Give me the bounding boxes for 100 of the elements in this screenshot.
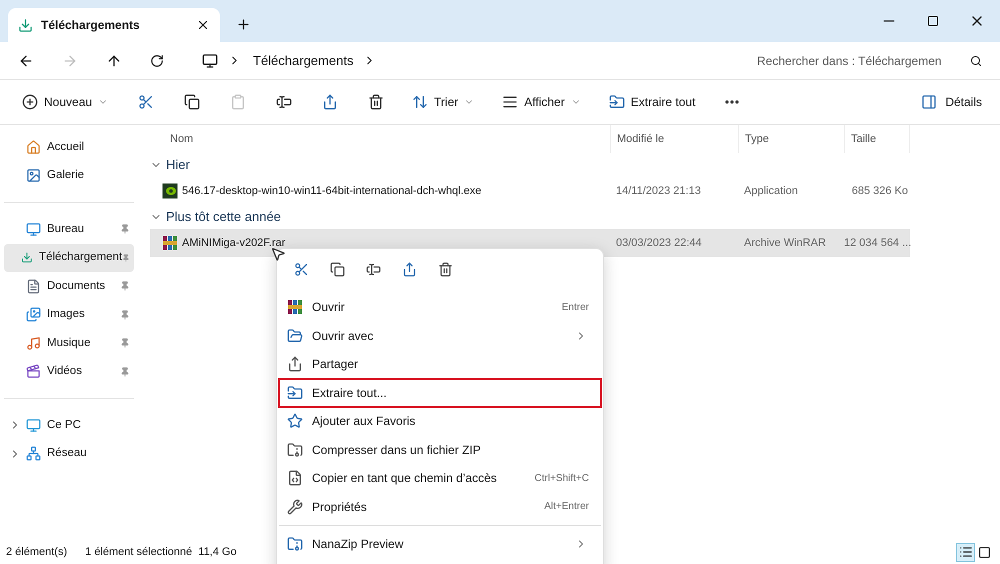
list-view-icon [958,545,972,559]
group-title: Plus tôt cette année [166,208,281,226]
toolbar-button[interactable]: Afficher [498,86,585,118]
share-icon [287,356,303,372]
close-tab-icon[interactable] [196,18,210,32]
file-size: 685 326 Ko [850,184,909,199]
path-icon [287,470,303,486]
menu-item[interactable]: Ajouter aux Favoris [279,407,601,436]
computer-icon [26,418,41,433]
file-size: 12 034 564 ... [844,236,910,251]
image-icon [26,307,41,322]
breadcrumb[interactable]: Téléchargements [253,50,354,70]
sidebar-label: Accueil [47,140,86,155]
copy-icon [330,262,344,276]
sidebar-item[interactable]: Galerie [4,162,134,190]
search-icon [970,54,982,66]
pin-icon [120,281,130,292]
share-icon [322,94,338,110]
maximize-icon[interactable] [927,15,939,27]
modified-date: 03/03/2023 22:44 [615,236,703,251]
sidebar-label: Musique [47,336,92,351]
pin-icon [120,224,130,234]
sidebar-item[interactable]: Musique [4,329,134,358]
sidebar-item[interactable]: Images [4,300,134,329]
column-header[interactable]: Modifié le [610,125,738,153]
folder-arrow-icon [608,94,625,110]
rename-icon [366,262,380,276]
menu-item[interactable]: Ouvrir Entrer [279,293,601,322]
toolbar-button[interactable]: Extraire tout [604,86,700,118]
sidebar-item[interactable]: Bureau [4,215,134,244]
menu-item[interactable]: Ouvrir avec [279,322,601,350]
refresh-icon[interactable] [150,54,164,68]
column-header[interactable]: Nom [150,125,610,153]
sidebar-item[interactable]: Documents [4,272,134,300]
archive-icon [162,235,178,251]
sort-icon [412,94,428,110]
menu-item[interactable]: Copier en tant que chemin d’accès Ctrl+Shift+C [279,464,601,492]
trash-icon [368,94,384,110]
selection-info: 1 élément sélectionné 11,4 Go [85,544,237,560]
details-button[interactable]: Détails [921,93,982,111]
modified-date: 14/11/2023 21:13 [615,184,702,199]
video-icon [26,364,41,380]
folder-arrow-icon [287,384,303,401]
tab-title: Téléchargements [41,17,141,34]
star-icon [287,413,303,430]
sidebar-label: Réseau [47,446,88,462]
menu-label: Compresser dans un fichier ZIP [312,442,482,459]
menu-item[interactable]: NanaZip Preview [279,525,601,558]
menu-label: Extraire tout... [312,384,388,402]
tile-view-icon [978,546,991,558]
column-header[interactable]: Taille [844,125,910,153]
file-row[interactable]: 546.17-desktop-win10-win11-64bit-international-dch-whql.exe 14/11/2023 21:13 Application 685 326 Ko [150,177,910,205]
pin-icon [120,310,130,320]
sidebar-item[interactable]: Réseau [4,440,134,468]
sidebar-label: Galerie [47,168,86,184]
item-count: 2 élément(s) [6,544,68,560]
menu-label: Propriétés [312,498,368,516]
music-icon [26,336,41,351]
computer-icon[interactable] [202,52,218,68]
copy-icon [184,94,200,110]
sidebar-label: Bureau [47,222,86,237]
archive-icon [287,299,303,316]
new-tab-icon[interactable] [236,17,251,32]
view-button[interactable] [956,542,975,562]
up-icon[interactable] [106,52,122,68]
back-icon[interactable] [18,52,34,68]
shortcut-text: Entrer [562,300,589,315]
sidebar-item[interactable]: Ce PC [4,411,134,440]
group-header[interactable]: Plus tôt cette année [150,205,914,229]
cut-icon [294,262,308,276]
cut-icon [138,94,154,110]
sidebar-item[interactable]: Vidéos [4,358,134,386]
tab[interactable]: Téléchargements [8,8,220,42]
download-icon [18,18,33,32]
menu-item[interactable]: Partager [279,350,601,378]
sidebar-label: Ce PC [47,418,82,433]
menu-label: Ajouter aux Favoris [312,413,416,430]
toolbar-button[interactable]: Nouveau [18,86,112,118]
rename-icon [276,94,292,110]
menu-item[interactable]: Compresser dans un fichier ZIP [279,436,601,464]
group-header[interactable]: Hier [150,153,914,177]
menu-item[interactable]: Extraire tout... [279,378,601,407]
menu-label: Copier en tant que chemin d’accès [312,470,498,488]
sidebar-item[interactable]: Téléchargement [4,244,134,272]
group-title: Hier [166,156,190,174]
sidebar-label: Vidéos [47,364,83,380]
menu-label: Partager [312,356,360,374]
pin-icon [120,338,130,348]
new-icon [22,94,38,110]
menu-item[interactable]: Propriétés Alt+Entrer [279,492,601,521]
gallery-icon [26,168,41,184]
sidebar-item[interactable]: Accueil [4,133,134,162]
search-field[interactable]: Rechercher dans : Téléchargemen [757,52,982,70]
desktop-icon [26,222,41,237]
column-header[interactable]: Type [738,125,844,153]
sidebar-label: Images [47,307,86,322]
pin-icon [122,252,130,263]
network-icon [26,446,41,462]
file-name: 546.17-desktop-win10-win11-64bit-international-dch-whql.exe [182,184,482,199]
toolbar-button[interactable]: Trier [408,86,478,118]
